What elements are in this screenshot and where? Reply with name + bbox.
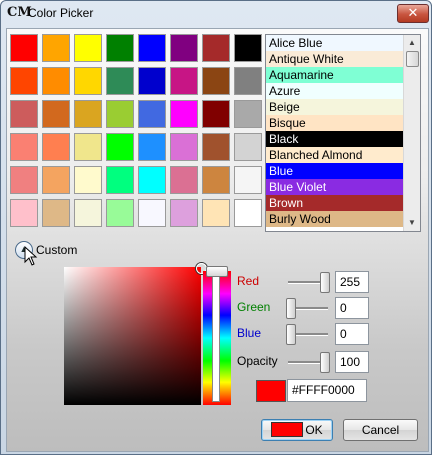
- color-swatch[interactable]: [74, 100, 102, 128]
- list-item[interactable]: Antique White: [266, 51, 420, 67]
- color-swatch[interactable]: [42, 199, 70, 227]
- color-swatch[interactable]: [170, 34, 198, 62]
- window-title: Color Picker: [28, 6, 94, 20]
- color-swatch[interactable]: [202, 166, 230, 194]
- channel-slider-thumb[interactable]: [320, 352, 330, 373]
- list-item[interactable]: Black: [266, 131, 420, 147]
- color-swatch[interactable]: [202, 34, 230, 62]
- color-swatch[interactable]: [138, 100, 166, 128]
- custom-label[interactable]: Custom: [36, 243, 77, 257]
- color-swatch[interactable]: [42, 34, 70, 62]
- cancel-button[interactable]: Cancel: [343, 419, 418, 441]
- color-swatch[interactable]: [234, 166, 262, 194]
- ok-label: OK: [305, 423, 323, 437]
- list-scrollbar[interactable]: ▲ ▼: [403, 35, 420, 231]
- scroll-up-icon[interactable]: ▲: [404, 35, 420, 51]
- color-swatch[interactable]: [106, 199, 134, 227]
- list-item[interactable]: Brown: [266, 195, 420, 211]
- named-color-list[interactable]: Alice Blue Antique White Aquamarine Azure Be…: [265, 34, 421, 232]
- color-swatch[interactable]: [202, 199, 230, 227]
- title-bar[interactable]: CM Color Picker ✕: [1, 1, 431, 25]
- color-swatch[interactable]: [42, 133, 70, 161]
- list-item[interactable]: Blanched Almond: [266, 147, 420, 163]
- channel-slider-thumb[interactable]: [286, 298, 296, 319]
- color-swatch[interactable]: [10, 199, 38, 227]
- channel-label: Blue: [237, 326, 262, 340]
- color-swatch[interactable]: [10, 166, 38, 194]
- list-items: Alice Blue Antique White Aquamarine Azure Be…: [266, 35, 420, 227]
- color-swatch[interactable]: [10, 133, 38, 161]
- color-swatch[interactable]: [234, 199, 262, 227]
- color-swatch[interactable]: [10, 67, 38, 95]
- scroll-down-icon[interactable]: ▼: [404, 215, 420, 231]
- color-swatch[interactable]: [234, 133, 262, 161]
- color-swatch[interactable]: [170, 166, 198, 194]
- swatch-grid: [10, 34, 262, 232]
- color-swatch[interactable]: [42, 100, 70, 128]
- color-swatch[interactable]: [74, 133, 102, 161]
- color-swatch[interactable]: [202, 133, 230, 161]
- color-swatch[interactable]: [74, 34, 102, 62]
- close-button[interactable]: ✕: [397, 4, 429, 23]
- color-swatch[interactable]: [74, 166, 102, 194]
- app-logo-icon: CM: [7, 5, 32, 20]
- color-swatch[interactable]: [170, 199, 198, 227]
- mouse-cursor-icon: [24, 246, 38, 266]
- color-swatch[interactable]: [202, 67, 230, 95]
- color-swatch[interactable]: [234, 67, 262, 95]
- color-swatch[interactable]: [138, 67, 166, 95]
- list-item[interactable]: Alice Blue: [266, 35, 420, 51]
- list-item[interactable]: Beige: [266, 99, 420, 115]
- color-preview: [256, 380, 286, 402]
- list-item[interactable]: Blue Violet: [266, 179, 420, 195]
- color-swatch[interactable]: [170, 100, 198, 128]
- hex-input[interactable]: #FFFF0000: [287, 379, 367, 402]
- channel-label: Opacity: [237, 354, 278, 368]
- color-swatch[interactable]: [234, 100, 262, 128]
- color-swatch[interactable]: [42, 166, 70, 194]
- channel-value-input[interactable]: 0: [335, 297, 369, 319]
- color-swatch[interactable]: [10, 100, 38, 128]
- color-swatch[interactable]: [106, 133, 134, 161]
- list-item[interactable]: Aquamarine: [266, 67, 420, 83]
- channel-value-input[interactable]: 255: [335, 271, 369, 293]
- color-swatch[interactable]: [42, 67, 70, 95]
- channel-label: Green: [237, 300, 271, 314]
- list-item[interactable]: Bisque: [266, 115, 420, 131]
- channel-slider-thumb[interactable]: [286, 324, 296, 345]
- color-swatch[interactable]: [202, 100, 230, 128]
- ok-color-swatch: [271, 422, 304, 437]
- channel-label: Red: [237, 274, 260, 288]
- ok-button[interactable]: OK: [261, 419, 333, 441]
- color-swatch[interactable]: [138, 199, 166, 227]
- color-swatch[interactable]: [106, 166, 134, 194]
- channel-slider-thumb[interactable]: [320, 272, 330, 293]
- list-item[interactable]: Azure: [266, 83, 420, 99]
- scroll-thumb[interactable]: [406, 51, 419, 67]
- hue-track: [212, 276, 220, 402]
- channel-value-input[interactable]: 0: [335, 323, 369, 345]
- channel-value-input[interactable]: 100: [335, 351, 369, 373]
- color-swatch[interactable]: [170, 67, 198, 95]
- color-swatch[interactable]: [106, 34, 134, 62]
- color-swatch[interactable]: [138, 133, 166, 161]
- list-item[interactable]: Burly Wood: [266, 211, 420, 227]
- color-swatch[interactable]: [106, 67, 134, 95]
- saturation-value-plane[interactable]: [64, 267, 201, 405]
- color-swatch[interactable]: [138, 166, 166, 194]
- color-swatch[interactable]: [74, 199, 102, 227]
- color-swatch[interactable]: [138, 34, 166, 62]
- color-swatch[interactable]: [106, 100, 134, 128]
- list-item[interactable]: Blue: [266, 163, 420, 179]
- color-swatch[interactable]: [170, 133, 198, 161]
- color-swatch[interactable]: [10, 34, 38, 62]
- hue-thumb[interactable]: [206, 266, 228, 277]
- color-swatch[interactable]: [74, 67, 102, 95]
- color-swatch[interactable]: [234, 34, 262, 62]
